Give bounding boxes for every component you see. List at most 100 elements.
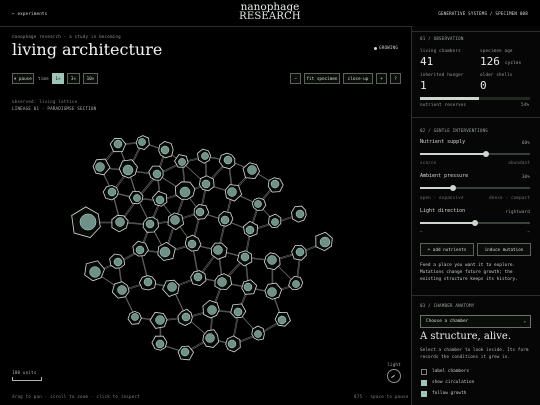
follow-growth-checkbox[interactable] [421, 391, 427, 397]
ambient-pressure-slider[interactable] [420, 185, 530, 191]
chamber[interactable] [142, 216, 159, 233]
chamber[interactable] [268, 213, 282, 228]
chamber[interactable] [214, 273, 233, 290]
chamber[interactable] [102, 185, 119, 201]
light-dial[interactable]: light [387, 362, 401, 383]
chamber-core [187, 239, 197, 249]
light-direction-value: rightward [505, 209, 530, 214]
chamber[interactable] [174, 181, 196, 200]
chamber[interactable] [210, 242, 228, 260]
chamber[interactable] [242, 162, 261, 180]
chamber[interactable] [251, 325, 265, 341]
help-button[interactable]: ? [390, 73, 401, 84]
chamber[interactable] [263, 252, 281, 271]
light-direction-icon[interactable] [387, 369, 401, 383]
chamber-core [107, 187, 117, 197]
chamber[interactable] [251, 197, 267, 211]
chamber[interactable] [111, 214, 129, 233]
chamber[interactable] [149, 311, 168, 329]
chamber[interactable] [198, 175, 215, 192]
chamber[interactable] [157, 241, 176, 261]
chamber[interactable] [184, 234, 202, 252]
slider-handle[interactable] [450, 185, 456, 191]
status-dot-icon [374, 46, 377, 50]
chamber-core [152, 169, 162, 179]
chamber[interactable] [132, 240, 149, 257]
chamber[interactable] [274, 312, 291, 327]
label-chambers-checkbox[interactable] [421, 369, 427, 375]
zoom-in-button[interactable]: + [376, 73, 387, 84]
chamber[interactable] [202, 329, 220, 348]
chamber[interactable] [127, 310, 142, 325]
chamber[interactable] [84, 260, 105, 282]
chamber-core [195, 207, 205, 217]
chamber[interactable] [111, 281, 130, 299]
chamber[interactable] [190, 270, 207, 287]
living-chambers-value: 41 [420, 55, 434, 68]
nutrient-supply-slider[interactable] [420, 151, 530, 157]
fit-specimen-button[interactable]: fit specimen [304, 73, 340, 84]
chamber[interactable] [291, 245, 307, 261]
induce-mutation-button[interactable]: induce mutation [477, 243, 531, 256]
top-bar: ← experiments nanophage RESEARCH GENERAT… [0, 0, 540, 27]
chamber[interactable] [152, 190, 168, 207]
chamber[interactable] [109, 253, 126, 269]
chamber[interactable] [291, 205, 307, 223]
chamber[interactable] [174, 154, 189, 168]
chamber[interactable] [225, 335, 241, 353]
chevron-down-icon: ⌄ [523, 319, 526, 324]
chamber[interactable] [236, 250, 253, 267]
chamber-core [295, 247, 305, 257]
chamber[interactable] [151, 335, 168, 351]
nutrient-value: 54% [521, 102, 530, 107]
specimen-canvas[interactable] [0, 112, 410, 402]
chamber[interactable] [197, 148, 212, 164]
chamber-core [167, 282, 177, 292]
speed-10x-button[interactable]: 10× [83, 73, 98, 84]
chamber[interactable] [241, 279, 258, 295]
chamber[interactable] [135, 135, 150, 150]
chamber[interactable] [128, 191, 144, 205]
chamber-core [138, 138, 146, 146]
chamber[interactable] [167, 212, 185, 231]
chamber[interactable] [118, 159, 138, 179]
close-up-button[interactable]: close-up [343, 73, 373, 84]
chamber[interactable] [230, 303, 247, 319]
chamber-core [207, 305, 217, 315]
chamber[interactable] [92, 158, 111, 176]
chamber[interactable] [243, 220, 259, 238]
scale-label: 100 units [12, 370, 37, 375]
slider-handle[interactable] [472, 220, 478, 226]
chamber[interactable] [218, 152, 236, 170]
chamber[interactable] [177, 308, 193, 326]
pause-button[interactable]: ⏸ pause [12, 73, 34, 84]
chamber[interactable] [315, 231, 333, 252]
show-circulation-label: show circulation [432, 380, 475, 385]
chamber[interactable] [202, 300, 220, 319]
chamber[interactable] [218, 210, 234, 227]
chamber[interactable] [224, 184, 243, 202]
zoom-out-button[interactable]: − [290, 73, 301, 84]
chamber[interactable] [158, 141, 174, 159]
chamber[interactable] [264, 282, 283, 300]
chamber-core [95, 162, 105, 172]
chamber[interactable] [109, 137, 127, 153]
divider [411, 295, 540, 296]
chamber[interactable] [162, 279, 180, 297]
slider-handle[interactable] [483, 151, 489, 157]
light-direction-slider[interactable] [420, 220, 530, 226]
chamber[interactable] [71, 206, 101, 238]
chamber[interactable] [193, 204, 210, 220]
chamber[interactable] [138, 275, 157, 291]
add-nutrients-button[interactable]: + add nutrients [420, 243, 474, 256]
divider [411, 117, 540, 118]
chamber-core [247, 165, 257, 175]
chamber-select[interactable]: Choose a chamber ⌄ [420, 315, 531, 328]
scale-bar: 100 units [12, 370, 42, 381]
speed-1x-button[interactable]: 1× [52, 73, 64, 84]
show-circulation-checkbox[interactable] [421, 380, 427, 386]
speed-3x-button[interactable]: 3× [67, 73, 80, 84]
chamber[interactable] [148, 165, 164, 181]
chamber[interactable] [267, 177, 284, 193]
interventions-note: Feed a place you want it to explore. Mut… [420, 263, 518, 282]
